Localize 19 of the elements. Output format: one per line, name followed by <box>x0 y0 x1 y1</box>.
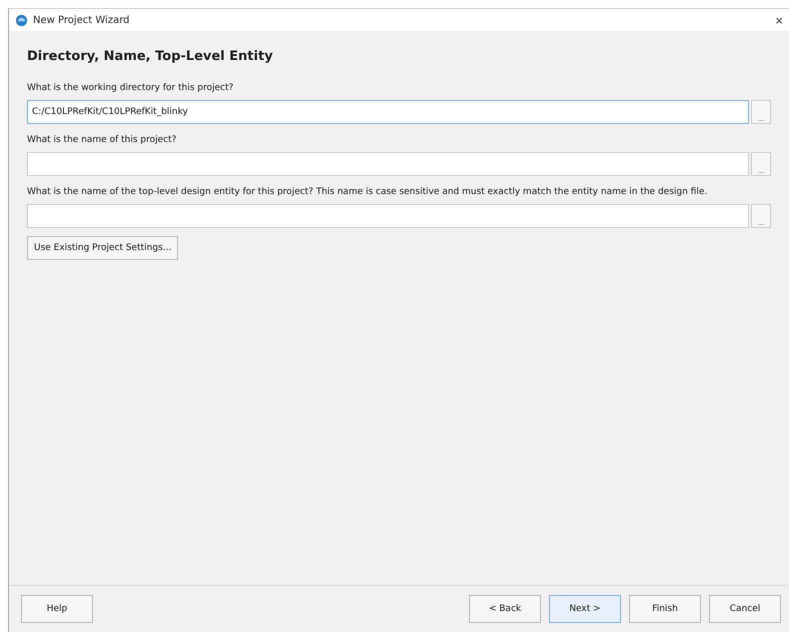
use-existing-settings-button[interactable]: Use Existing Project Settings... <box>27 236 178 260</box>
browse-button[interactable]: ... <box>751 152 771 176</box>
wizard-button[interactable]: < Back <box>469 595 541 623</box>
input-field[interactable] <box>27 152 749 176</box>
browse-button[interactable]: ... <box>751 100 771 124</box>
help-button[interactable]: Help <box>21 595 93 623</box>
page-heading: Directory, Name, Top-Level Entity <box>27 49 274 64</box>
close-button[interactable]: × <box>773 12 785 28</box>
window-title: New Project Wizard <box>33 14 130 26</box>
wizard-button[interactable]: Finish <box>629 595 701 623</box>
browse-button[interactable]: ... <box>751 204 771 228</box>
field-label: What is the name of the top-level design entity for this project? This name is case sensitive and must exactly match the entity name in the design file. <box>27 186 708 199</box>
input-field[interactable] <box>27 204 749 228</box>
wizard-button[interactable]: Cancel <box>709 595 781 623</box>
input-field[interactable]: C:/C10LPRefKit/C10LPRefKit_blinky <box>27 100 749 124</box>
wizard-button[interactable]: Next > <box>549 595 621 623</box>
app-icon <box>15 14 28 26</box>
field-label: What is the working directory for this project? <box>27 82 234 95</box>
field-label: What is the name of this project? <box>27 134 178 147</box>
